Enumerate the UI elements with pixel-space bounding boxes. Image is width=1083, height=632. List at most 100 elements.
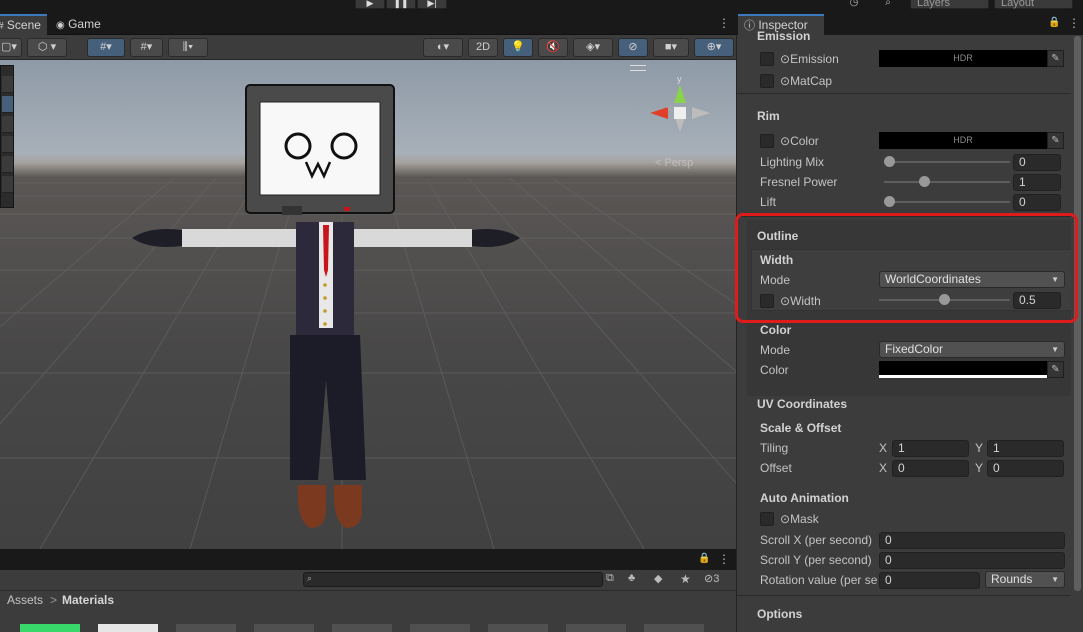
fresnel-power-knob[interactable] (918, 176, 930, 187)
orientation-gizmo[interactable]: y (640, 70, 720, 150)
asset-thumbnail[interactable] (410, 624, 470, 632)
divider (737, 595, 1083, 596)
rect-tool-button[interactable] (2, 156, 13, 173)
lift-slider[interactable] (884, 196, 1010, 207)
tab-scene[interactable]: # Scene (0, 14, 47, 35)
step-button[interactable]: ▶| (417, 0, 447, 9)
lighting-mix-field[interactable]: 0 (1013, 154, 1061, 171)
grid-snap-button[interactable]: #▾ (87, 38, 125, 57)
move-tool-button[interactable] (2, 96, 13, 113)
search-button[interactable]: ⌕ (876, 0, 900, 9)
rotate-tool-button[interactable] (2, 116, 13, 133)
offset-x-field[interactable]: 0 (892, 460, 969, 477)
asset-thumbnail[interactable] (20, 624, 80, 632)
rim-color-field[interactable]: HDR (879, 132, 1047, 149)
fresnel-power-field[interactable]: 1 (1013, 174, 1061, 191)
scale-tool-button[interactable] (2, 136, 13, 153)
matcap-checkbox[interactable] (760, 74, 774, 88)
camera-button[interactable]: ■▾ (653, 38, 689, 57)
draw-mode-button[interactable]: ▢▾ (0, 38, 22, 57)
view-tool-button[interactable] (2, 76, 13, 93)
play-icon: ▶ (366, 0, 374, 8)
top-toolbar: ▶ ❚❚ ▶| ◷ ⌕ Layers Layout (0, 0, 1083, 14)
effects-button[interactable]: ◈▾ (573, 38, 613, 57)
lighting-mix-knob[interactable] (884, 156, 895, 167)
persp-label[interactable]: < Persp (655, 157, 693, 169)
asset-thumbnail[interactable] (566, 624, 626, 632)
project-search-input[interactable]: ⌕ (303, 572, 603, 587)
inspector-lock-icon[interactable]: 🔒 (1048, 17, 1060, 28)
eye-slash-icon: ⊘ (628, 41, 638, 53)
incremental-snap-button[interactable]: ⫼▾ (168, 38, 208, 57)
fresnel-power-slider[interactable] (884, 176, 1010, 187)
transform-tool-button[interactable] (2, 176, 13, 193)
tiling-y-field[interactable]: 1 (987, 440, 1064, 457)
scroll-y-field[interactable]: 0 (879, 552, 1065, 569)
gizmo-y-label: y (677, 74, 682, 84)
hidden-packages-button[interactable]: ⊘3 (704, 572, 719, 585)
breadcrumb-assets[interactable]: Assets (7, 591, 43, 610)
rim-hdr-label: HDR (953, 135, 973, 145)
tiling-x-field[interactable]: 1 (892, 440, 969, 457)
scroll-x-field[interactable]: 0 (879, 532, 1065, 549)
scene-viewport[interactable]: y < Persp (0, 60, 736, 549)
audio-toggle[interactable]: 🔇 (538, 38, 568, 57)
visibility-toggle[interactable]: ⊘ (618, 38, 648, 57)
pivot-button[interactable]: ⬡ ▾ (27, 38, 67, 57)
character-model[interactable] (120, 80, 530, 540)
asset-thumbnail[interactable] (488, 624, 548, 632)
star-icon[interactable]: ★ (680, 572, 691, 586)
project-menu-icon[interactable]: ⋮ (718, 552, 730, 566)
outline-color-field[interactable] (879, 361, 1047, 378)
2d-toggle[interactable]: 2D (468, 38, 498, 57)
emission-header[interactable]: Emission (757, 29, 810, 43)
eyedropper-icon[interactable]: ✎ (1047, 50, 1064, 67)
rotation-unit-dropdown[interactable]: Rounds ▼ (985, 571, 1065, 588)
asset-thumbnail[interactable] (176, 624, 236, 632)
uv-coordinates-header[interactable]: UV Coordinates (757, 397, 847, 411)
layout-dropdown[interactable]: Layout (994, 0, 1073, 9)
label-icon[interactable]: ◆ (654, 572, 662, 585)
pause-button[interactable]: ❚❚ (386, 0, 416, 9)
inspector-menu-icon[interactable]: ⋮ (1068, 16, 1080, 30)
snap-increment-button[interactable]: #▾ (130, 38, 163, 57)
dropdown-arrow-icon: ▼ (1051, 575, 1059, 584)
options-header[interactable]: Options (757, 607, 802, 621)
color-mode-dropdown[interactable]: FixedColor ▼ (879, 341, 1065, 358)
shading-mode-button[interactable]: ◐▾ (423, 38, 463, 57)
lighting-mix-slider[interactable] (884, 156, 1010, 167)
breadcrumb-materials[interactable]: Materials (62, 591, 114, 610)
search-by-type-icon[interactable]: ⧉ (606, 572, 614, 585)
scroll-y-label: Scroll Y (per second) (760, 553, 872, 567)
lighting-toggle[interactable]: 💡 (503, 38, 533, 57)
lift-field[interactable]: 0 (1013, 194, 1061, 211)
asset-thumbnail[interactable] (254, 624, 314, 632)
emission-color-field[interactable]: HDR (879, 50, 1047, 67)
offset-y-field[interactable]: 0 (987, 460, 1064, 477)
cube-icon: ⬡ ▾ (37, 41, 57, 53)
outline-eyedropper-icon[interactable]: ✎ (1047, 361, 1064, 378)
play-button[interactable]: ▶ (355, 0, 385, 9)
filter-icon[interactable]: ♣ (628, 572, 635, 584)
rim-header[interactable]: Rim (757, 109, 780, 123)
mask-checkbox[interactable] (760, 512, 774, 526)
rim-color-checkbox[interactable] (760, 134, 774, 148)
history-button[interactable]: ◷ (842, 0, 866, 9)
auto-animation-sub-header: Auto Animation (760, 491, 849, 505)
offset-x-label: X (879, 461, 888, 475)
emission-checkbox[interactable] (760, 52, 774, 66)
rim-eyedropper-icon[interactable]: ✎ (1047, 132, 1064, 149)
emission-dot-icon: ⊙ (780, 52, 791, 66)
rotation-field[interactable]: 0 (879, 572, 980, 589)
layers-dropdown[interactable]: Layers (910, 0, 989, 9)
camera-icon: ■▾ (664, 41, 678, 53)
lock-icon[interactable]: 🔒 (698, 553, 710, 564)
asset-thumbnail[interactable] (644, 624, 704, 632)
asset-thumbnail[interactable] (332, 624, 392, 632)
gizmos-button[interactable]: ⊕▾ (694, 38, 734, 57)
scene-menu-icon[interactable]: ⋮ (718, 16, 730, 30)
rim-color-label: ⊙Color (780, 134, 819, 148)
asset-thumbnail[interactable] (98, 624, 158, 632)
lift-knob[interactable] (884, 196, 895, 207)
tab-game[interactable]: ◉ Game (50, 14, 110, 35)
